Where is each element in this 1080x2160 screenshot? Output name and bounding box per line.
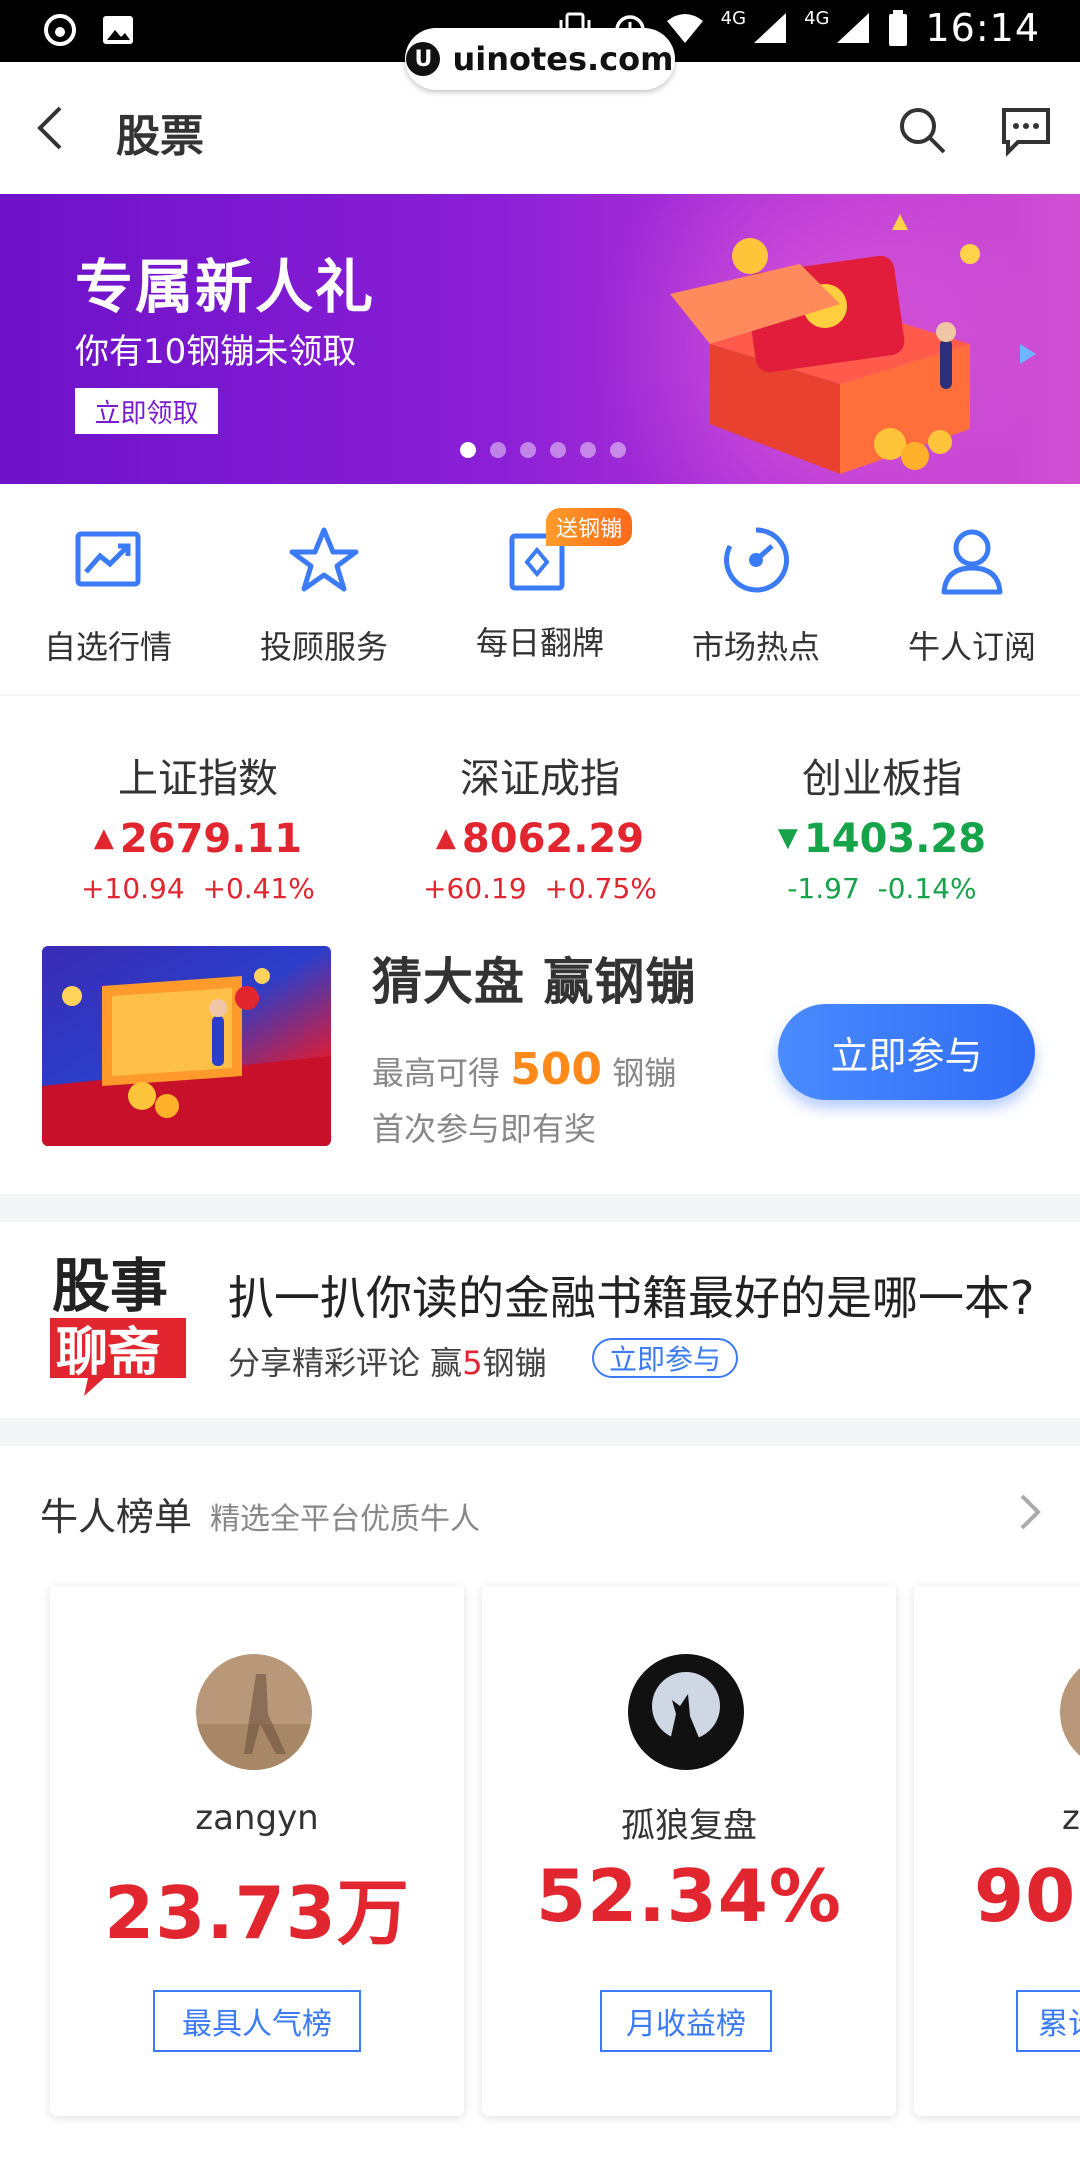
nav-item-label: 牛人订阅 (907, 628, 1036, 666)
gallery-icon (103, 16, 133, 44)
logo-bottom-text: 聊斋 (56, 1323, 160, 1383)
nav-item-advisory[interactable]: 投顾服务 (216, 522, 432, 668)
index-change: +10.94 +0.41% (81, 872, 315, 905)
user-name: zangyn (195, 1798, 319, 1838)
user-metric: 906 (974, 1854, 1080, 1938)
flip-card-icon-wrap: 送钢镚 (502, 508, 633, 598)
nav-item-label: 自选行情 (43, 628, 172, 666)
promo-banner[interactable]: 专属新人礼 你有10钢镚未领取 立即领取 (0, 194, 1080, 484)
ranking-card[interactable]: z 906 累计 (914, 1586, 1080, 2116)
battery-icon (889, 10, 908, 46)
clock: 16:14 (925, 6, 1040, 50)
up-triangle-icon: ▲ (435, 823, 456, 853)
stock-chat-logo: 股事 聊斋 (50, 1252, 186, 1396)
index-value: ▲ 2679.11 (93, 816, 303, 862)
reward-amount: 500 (510, 1044, 603, 1095)
chart-trend-icon (75, 531, 141, 587)
carousel-dot[interactable] (610, 442, 626, 458)
guess-note: 首次参与即有奖 (372, 1110, 597, 1148)
index-name: 上证指数 (118, 756, 278, 802)
carousel-dot[interactable] (460, 442, 476, 458)
network-type-2: 4G (804, 7, 830, 29)
chat-topic-title: 扒一扒你读的金融书籍最好的是哪一本? (228, 1271, 1035, 1325)
join-guess-button[interactable]: 立即参与 (778, 1004, 1035, 1100)
index-name: 创业板指 (802, 756, 962, 802)
rank-tag-popular[interactable]: 最具人气榜 (153, 1990, 361, 2052)
claim-gift-button[interactable]: 立即领取 (75, 388, 218, 434)
up-triangle-icon: ▲ (93, 823, 114, 853)
nav-item-label: 每日翻牌 (475, 624, 604, 662)
ranking-section: 牛人榜单 精选全平台优质牛人 zangyn 23.73万 最具人气榜 孤狼复盘 … (0, 1446, 1080, 2160)
nav-item-watchlist[interactable]: 自选行情 (0, 522, 216, 668)
star-icon (289, 527, 359, 592)
ranking-title: 牛人榜单 (40, 1495, 193, 1539)
nav-item-label: 投顾服务 (259, 628, 388, 666)
ranking-card[interactable]: zangyn 23.73万 最具人气榜 (50, 1586, 464, 2116)
gift-box-illustration (670, 214, 1036, 474)
rank-tag-cumulative[interactable]: 累计 (1016, 1990, 1080, 2052)
avatar (1060, 1654, 1080, 1770)
banner-subtitle: 你有10钢镚未领取 (75, 332, 357, 372)
market-index-section: 上证指数 ▲ 2679.11 +10.94 +0.41% 深证成指 ▲ 8062.2… (0, 696, 1080, 1194)
nav-item-hotspot[interactable]: 市场热点 (648, 522, 864, 668)
avatar-image (1060, 1654, 1080, 1770)
app-notification-icon (44, 14, 76, 46)
gift-badge: 送钢镚 (546, 508, 633, 546)
avatar (628, 1654, 744, 1770)
signal-icon-2 (837, 13, 870, 43)
carousel-dot[interactable] (580, 442, 596, 458)
avatar (196, 1654, 312, 1770)
guess-illustration-art (42, 968, 331, 1146)
signal-icon (754, 13, 787, 43)
hotspot-dial-icon (724, 527, 789, 593)
index-shenzhen[interactable]: 深证成指 ▲ 8062.29 +60.19 +0.75% (380, 746, 700, 905)
index-shanghai[interactable]: 上证指数 ▲ 2679.11 +10.94 +0.41% (38, 746, 358, 905)
user-name: z (1062, 1798, 1080, 1838)
guess-title: 猜大盘 赢钢镚 (372, 953, 697, 1011)
index-name: 深证成指 (460, 756, 620, 802)
watermark-badge: U uinotes.com (405, 28, 675, 90)
search-icon[interactable] (894, 102, 950, 158)
network-type-1: 4G (720, 7, 747, 29)
user-metric: 23.73万 (104, 1871, 410, 1955)
carousel-dot[interactable] (550, 442, 566, 458)
chevron-right-icon[interactable] (1016, 1490, 1044, 1534)
watermark-text: uinotes.com (452, 40, 674, 78)
user-metric: 52.34% (536, 1854, 842, 1938)
chat-subtitle: 分享精彩评论 赢5钢镚 (228, 1344, 547, 1382)
join-chat-button[interactable]: 立即参与 (592, 1338, 738, 1378)
back-arrow-icon[interactable] (30, 102, 76, 154)
nav-item-daily-flip[interactable]: 送钢镚 每日翻牌 (432, 508, 648, 664)
user-name: 孤狼复盘 (621, 1806, 757, 1846)
page-title: 股票 (116, 111, 204, 162)
logo-top-text: 股事 (52, 1252, 168, 1320)
avatar-image (196, 1654, 312, 1770)
down-triangle-icon: ▼ (777, 823, 798, 853)
guess-market-illustration[interactable] (42, 946, 331, 1146)
carousel-dot[interactable] (490, 442, 506, 458)
ranking-subtitle: 精选全平台优质牛人 (210, 1502, 480, 1537)
index-value: ▲ 8062.29 (435, 816, 645, 862)
stock-chat-card[interactable]: 股事 聊斋 扒一扒你读的金融书籍最好的是哪一本? 分享精彩评论 赢5钢镚 立即参… (0, 1222, 1080, 1418)
avatar-image (628, 1654, 744, 1770)
watermark-logo-icon: U (406, 42, 441, 76)
banner-title: 专属新人礼 (75, 253, 376, 321)
person-icon (941, 529, 1003, 595)
index-change: -1.97 -0.14% (787, 872, 977, 905)
message-icon[interactable] (998, 102, 1054, 158)
index-value: ▼ 1403.28 (777, 816, 987, 862)
ranking-card[interactable]: 孤狼复盘 52.34% 月收益榜 (482, 1586, 896, 2116)
guess-reward-line: 最高可得 500 钢镚 (372, 1044, 677, 1095)
carousel-indicator[interactable] (460, 442, 626, 458)
nav-item-subscribe[interactable]: 牛人订阅 (864, 522, 1080, 668)
nav-item-label: 市场热点 (691, 628, 820, 666)
index-change: +60.19 +0.75% (423, 872, 657, 905)
rank-tag-monthly[interactable]: 月收益榜 (600, 1990, 772, 2052)
carousel-dot[interactable] (520, 442, 536, 458)
index-chinext[interactable]: 创业板指 ▼ 1403.28 -1.97 -0.14% (722, 746, 1042, 905)
quick-nav: 自选行情 投顾服务 送钢镚 每日翻牌 市场热点 牛人订阅 (0, 484, 1080, 694)
